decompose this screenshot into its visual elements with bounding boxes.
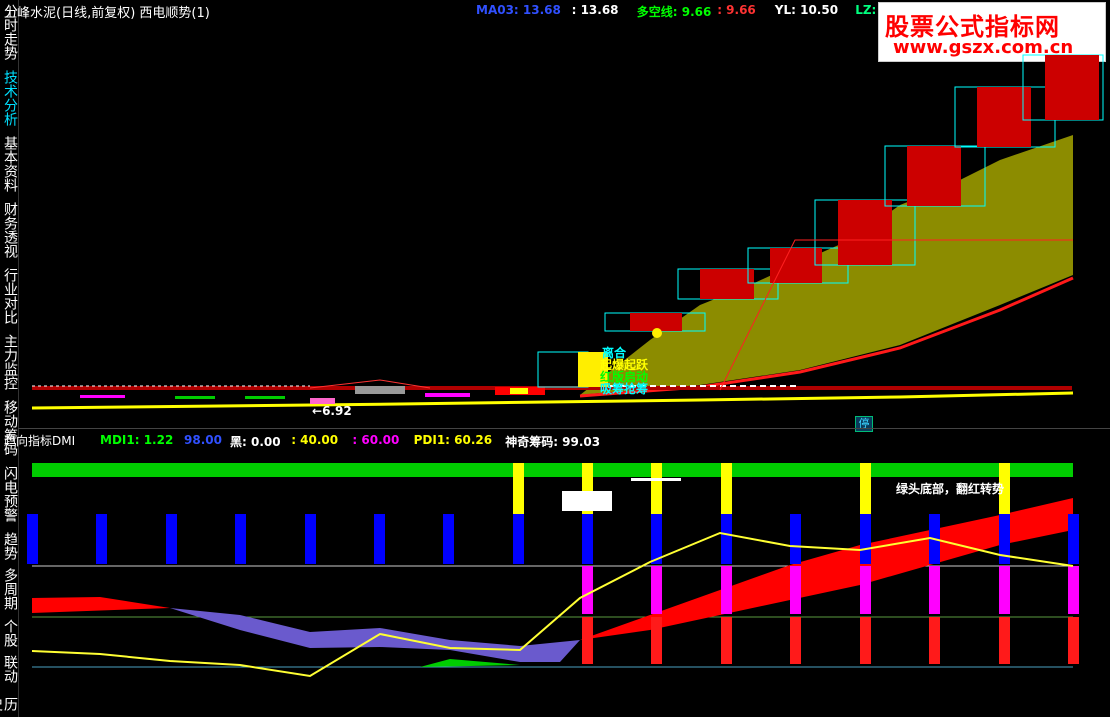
sidebar-item[interactable]: 联动 <box>1 655 18 683</box>
dmi-magenta-bar <box>651 566 662 614</box>
price-chart[interactable] <box>0 0 1110 430</box>
legend-item: MDI1: 1.22 <box>100 433 174 447</box>
legend-item: : 40.00 <box>291 433 339 447</box>
bull-candle <box>700 269 754 299</box>
green-band <box>32 463 1073 477</box>
dmi-red-bar <box>1068 617 1079 664</box>
small-candle <box>510 388 528 394</box>
sidebar-item[interactable]: 趋势 <box>1 532 18 560</box>
bull-candle <box>770 248 822 283</box>
dmi-blue-bar <box>582 514 593 564</box>
purple-area <box>170 608 580 662</box>
dmi-red-bar <box>929 617 940 664</box>
legend-item: PDI1: 60.26 <box>413 433 493 447</box>
dmi-blue-bar <box>860 514 871 564</box>
small-candle <box>175 396 215 399</box>
dmi-blue-bar <box>721 514 732 564</box>
dmi-magenta-bar <box>790 566 801 614</box>
dmi-blue-bar <box>96 514 107 564</box>
sidebar-item[interactable]: 个股 <box>1 619 18 647</box>
stop-tag[interactable]: 停 <box>855 416 873 432</box>
dmi-blue-bar <box>1068 514 1079 564</box>
legend-item: 98.00 <box>184 433 222 447</box>
small-candle <box>355 386 405 394</box>
dmi-yellow-bar <box>860 463 871 514</box>
red-area-left <box>32 597 170 613</box>
dmi-blue-bar <box>790 514 801 564</box>
white-block <box>562 491 612 511</box>
dmi-yellow-bar <box>513 463 524 514</box>
small-candle <box>80 395 125 398</box>
bull-candle <box>1045 55 1099 120</box>
dmi-blue-bar <box>374 514 385 564</box>
dmi-blue-bar <box>929 514 940 564</box>
dmi-magenta-bar <box>1068 566 1079 614</box>
legend-item: : 60.00 <box>352 433 400 447</box>
dmi-blue-bar <box>999 514 1010 564</box>
dmi-red-bar <box>999 617 1010 664</box>
dmi-magenta-bar <box>860 566 871 614</box>
dmi-red-bar <box>721 617 732 664</box>
white-tick <box>631 478 681 481</box>
dmi-yellow-bar <box>651 463 662 514</box>
dmi-magenta-bar <box>721 566 732 614</box>
red-area-right <box>580 498 1073 640</box>
small-candle <box>425 393 470 397</box>
dmi-blue-bar <box>166 514 177 564</box>
dmi-blue-bar <box>443 514 454 564</box>
dmi-blue-bar <box>27 514 38 564</box>
dmi-yellow-bar <box>721 463 732 514</box>
bull-candle <box>838 200 892 265</box>
dmi-red-bar <box>651 617 662 664</box>
dmi-blue-bar <box>235 514 246 564</box>
yellow-support-line <box>31 391 1074 410</box>
legend-item: 神奇筹码: 99.03 <box>505 435 601 449</box>
dmi-red-bar <box>582 617 593 664</box>
signal-dot <box>652 328 662 338</box>
sidebar-item[interactable]: 多周期 <box>1 568 18 610</box>
dmi-magenta-bar <box>582 566 593 614</box>
indicator-title[interactable]: 趋向指标DMI <box>4 432 75 449</box>
yellow-dmi-line <box>31 531 1074 678</box>
dmi-yellow-bar <box>582 463 593 514</box>
dmi-magenta-bar <box>999 566 1010 614</box>
dmi-blue-bar <box>305 514 316 564</box>
sidebar-item[interactable]: 闪电预警 <box>1 466 18 522</box>
small-candle <box>245 396 285 399</box>
legend-item: 黑: 0.00 <box>230 435 281 449</box>
indicator-lower-bg <box>32 668 1073 717</box>
pane-separator[interactable] <box>18 428 1110 429</box>
dmi-blue-bar <box>651 514 662 564</box>
indicator-note: 绿头底部，翻红转势 <box>896 482 1005 496</box>
dmi-blue-bar <box>513 514 524 564</box>
sidebar-item[interactable]: 历史回溯 <box>0 691 18 717</box>
dmi-red-bar <box>860 617 871 664</box>
dmi-red-bar <box>790 617 801 664</box>
green-area <box>420 659 520 667</box>
left-arrow-icon: ← <box>312 404 323 418</box>
signal-label: 吸筹抢筹 <box>600 382 649 396</box>
bull-candle <box>907 146 961 206</box>
dmi-magenta-bar <box>929 566 940 614</box>
low-price-label: ←6.92 <box>312 404 352 418</box>
